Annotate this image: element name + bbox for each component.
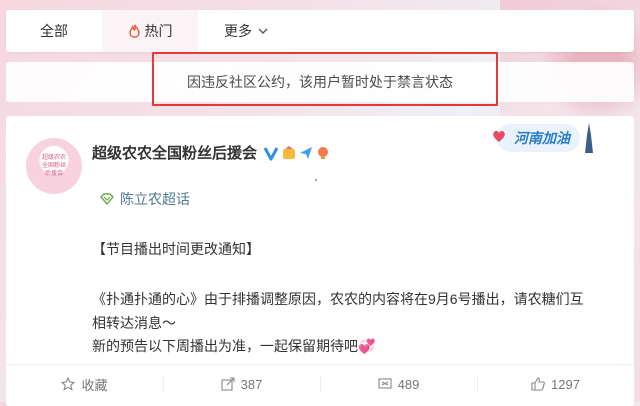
star-icon bbox=[61, 377, 76, 391]
tab-more[interactable]: 更多 bbox=[198, 10, 294, 52]
comment-count: 489 bbox=[397, 376, 420, 392]
separator-dot bbox=[315, 179, 317, 181]
post-line: 新的预告以下周播出为准，一起保留期待吧💞 bbox=[92, 338, 376, 354]
balloon-icon bbox=[318, 146, 329, 159]
post-line: 相转达消息～ bbox=[92, 315, 176, 331]
like-button[interactable]: 1297 bbox=[477, 365, 634, 403]
post-action-bar: 收藏 387 489 1297 bbox=[6, 364, 634, 403]
supertopic-diamond-icon bbox=[100, 193, 114, 205]
repost-count: 387 bbox=[240, 376, 263, 392]
tab-hot-label: 热门 bbox=[144, 23, 173, 39]
thumbs-up-icon bbox=[531, 377, 545, 391]
avatar-text-1: 超级农农 bbox=[41, 155, 66, 161]
favorite-label: 收藏 bbox=[81, 377, 108, 393]
highlight-outline bbox=[152, 52, 498, 106]
tower-icon bbox=[585, 123, 593, 153]
comment-button[interactable]: 489 bbox=[320, 365, 477, 403]
tab-hot[interactable]: 热门 bbox=[102, 10, 198, 52]
post-card: 超级农农 全国粉丝 后援会 超级农农全国粉丝后援会 河南加油 陈立农超话 【节目… bbox=[6, 116, 634, 406]
favorite-button[interactable]: 收藏 bbox=[6, 365, 163, 403]
flame-icon bbox=[128, 24, 140, 38]
tab-all-label: 全部 bbox=[40, 23, 68, 39]
author-badges bbox=[263, 145, 330, 161]
heart-icon bbox=[493, 130, 505, 142]
repost-button[interactable]: 387 bbox=[163, 365, 320, 403]
topic-label: 陈立农超话 bbox=[120, 191, 190, 207]
avatar[interactable]: 超级农农 全国粉丝 后援会 bbox=[26, 138, 82, 194]
feed-tab-bar: 全部 热门 更多 bbox=[6, 10, 634, 52]
comment-icon bbox=[378, 378, 392, 389]
avatar-text-2: 全国粉丝 bbox=[41, 163, 66, 169]
henan-badge-label: 河南加油 bbox=[514, 130, 570, 146]
paper-plane-icon bbox=[300, 146, 313, 159]
henan-badge-text: 河南加油 bbox=[493, 124, 580, 152]
chevron-down-icon bbox=[258, 28, 268, 34]
tab-all[interactable]: 全部 bbox=[6, 10, 102, 52]
post-line: 【节目播出时间更改通知】 bbox=[92, 241, 260, 257]
member-badge-icon bbox=[283, 145, 296, 159]
repost-icon bbox=[221, 377, 235, 391]
author-name: 超级农农全国粉丝后援会 bbox=[92, 145, 258, 162]
verified-v-icon bbox=[263, 146, 279, 160]
like-count: 1297 bbox=[551, 376, 580, 392]
post-line: 《扑通扑通的心》由于排播调整原因，农农的内容将在9月6号播出，请农糖们互 bbox=[92, 291, 584, 307]
tab-more-label: 更多 bbox=[224, 23, 252, 39]
post-author[interactable]: 超级农农全国粉丝后援会 bbox=[92, 142, 330, 163]
topic-link[interactable]: 陈立农超话 bbox=[100, 189, 190, 209]
avatar-text-3: 后援会 bbox=[44, 171, 63, 177]
henan-support-badge: 河南加油 bbox=[493, 120, 594, 156]
